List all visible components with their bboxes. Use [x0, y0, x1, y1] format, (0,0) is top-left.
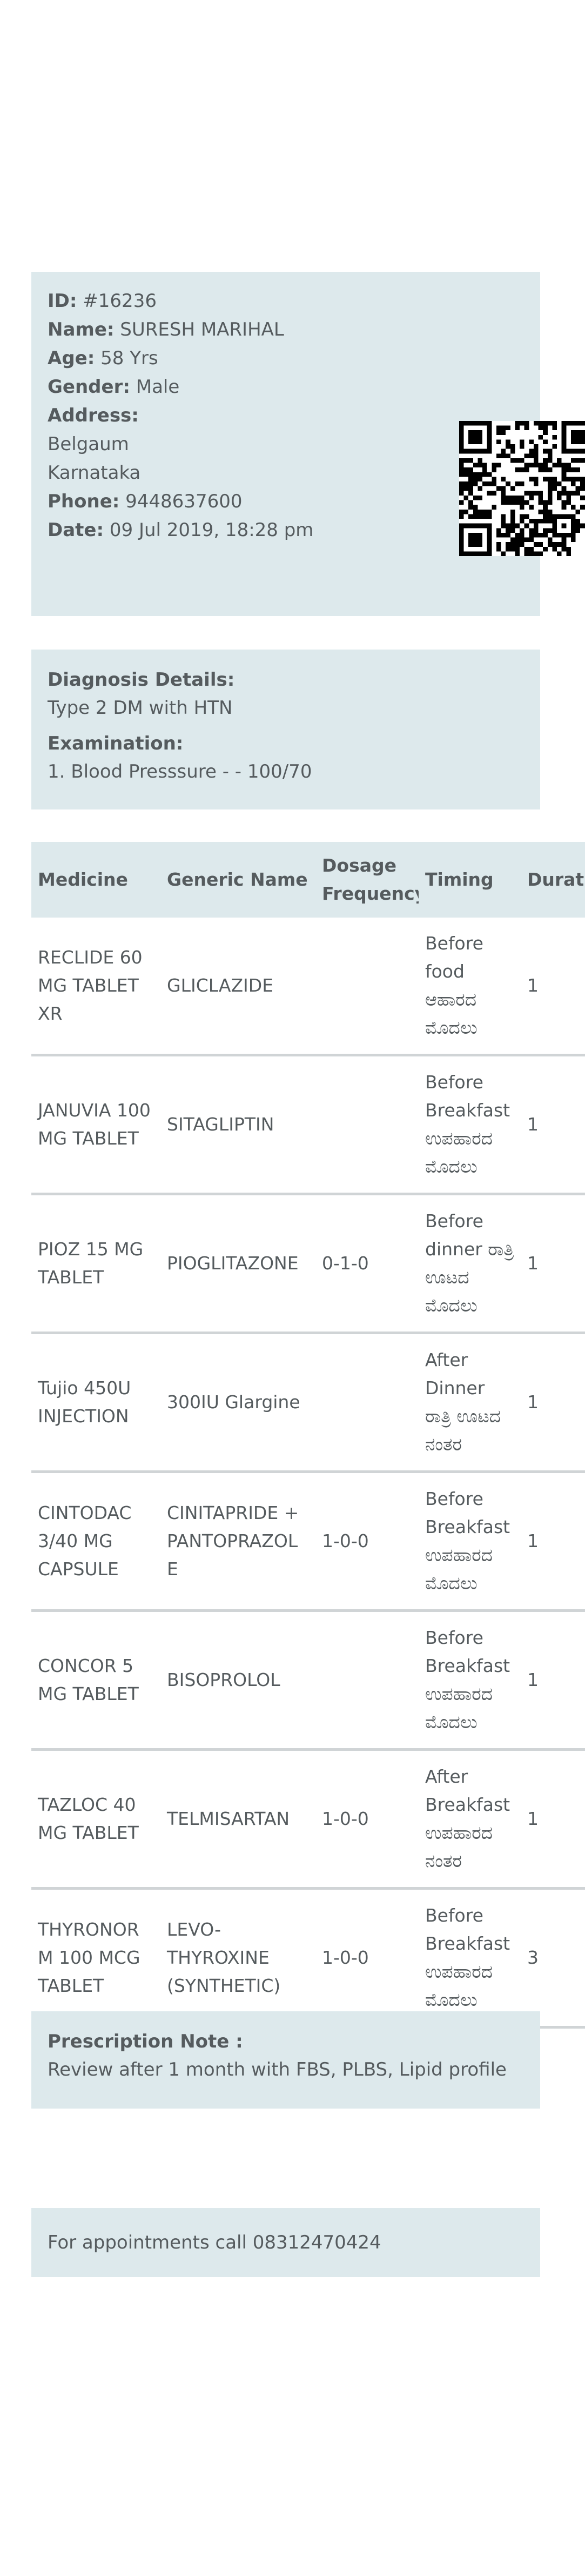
patient-date-line: Date: 09 Jul 2019, 18:28 pm	[48, 516, 524, 545]
timing: Before Breakfast ಉಪಹಾರದ ಮೊದಲು	[419, 1888, 521, 2029]
medicine-table: Medicine Generic Name Dosage Frequency T…	[31, 842, 585, 2029]
dosage-frequency	[315, 918, 419, 1056]
patient-id-line: ID: #16236	[48, 287, 524, 316]
table-row: JANUVIA 100 MG TABLET SITAGLIPTIN Before…	[31, 1055, 585, 1195]
patient-address-line1: Belgaum	[48, 433, 129, 455]
generic-name: TELMISARTAN	[160, 1749, 315, 1890]
duration: 1	[521, 1055, 585, 1195]
table-row: CONCOR 5 MG TABLET BISOPROLOL Before Bre…	[31, 1610, 585, 1751]
patient-phone-value: 9448637600	[125, 491, 243, 512]
dosage-frequency	[315, 1055, 419, 1195]
timing: Before Breakfast ಉಪಹಾರದ ಮೊದಲು	[419, 1610, 521, 1751]
patient-details-card: ID: #16236 Name: SURESH MARIHAL Age: 58 …	[31, 272, 585, 616]
duration: 3	[521, 1888, 585, 2029]
patient-gender-value: Male	[136, 376, 180, 398]
table-row: PIOZ 15 MG TABLET PIOGLITAZONE 0-1-0 Bef…	[31, 1194, 585, 1334]
patient-gender-line: Gender: Male	[48, 373, 524, 402]
medicine-name: CONCOR 5 MG TABLET	[31, 1610, 160, 1751]
duration: 1	[521, 1610, 585, 1751]
header-generic-name: Generic Name	[160, 842, 315, 918]
qr-code-graphic	[459, 421, 585, 556]
header-duration: Durat	[521, 842, 585, 918]
table-row: TAZLOC 40 MG TABLET TELMISARTAN 1-0-0 Af…	[31, 1749, 585, 1890]
dosage-frequency: 0-1-0	[315, 1194, 419, 1334]
dosage-frequency	[315, 1333, 419, 1473]
patient-name-label: Name:	[48, 319, 115, 340]
diagnosis-value: Type 2 DM with HTN	[48, 697, 233, 719]
timing: Before Breakfast ಉಪಹಾರದ ಮೊದಲು	[419, 1055, 521, 1195]
generic-name: 300IU Glargine	[160, 1333, 315, 1473]
generic-name: LEVO-THYROXINE (SYNTHETIC)	[160, 1888, 315, 2029]
generic-name: GLICLAZIDE	[160, 918, 315, 1056]
medicine-name: TAZLOC 40 MG TABLET	[31, 1749, 160, 1890]
medicine-name: JANUVIA 100 MG TABLET	[31, 1055, 160, 1195]
dosage-frequency: 1-0-0	[315, 1749, 419, 1890]
patient-id-value: #16236	[83, 290, 157, 312]
table-row: Tujio 450U INJECTION 300IU Glargine Afte…	[31, 1333, 585, 1473]
patient-name-value: SURESH MARIHAL	[120, 319, 284, 340]
timing: Before dinner ರಾತ್ರಿ ಊಟದ ಮೊದಲು	[419, 1194, 521, 1334]
dosage-frequency: 1-0-0	[315, 1888, 419, 2029]
patient-age-value: 58 Yrs	[100, 347, 158, 369]
patient-id-label: ID:	[48, 290, 77, 312]
patient-age-label: Age:	[48, 347, 95, 369]
generic-name: BISOPROLOL	[160, 1610, 315, 1751]
table-row: RECLIDE 60 MG TABLET XR GLICLAZIDE Befor…	[31, 918, 585, 1056]
timing: Before Breakfast ಉಪಹಾರದ ಮೊದಲು	[419, 1471, 521, 1612]
patient-date-label: Date:	[48, 519, 104, 541]
header-medicine: Medicine	[31, 842, 160, 918]
duration: 1	[521, 1749, 585, 1890]
diagnosis-label: Diagnosis Details:	[48, 669, 235, 691]
patient-date-value: 09 Jul 2019, 18:28 pm	[109, 519, 314, 541]
patient-address-label: Address:	[48, 405, 139, 426]
generic-name: CINITAPRIDE + PANTOPRAZOLE	[160, 1471, 315, 1612]
patient-age-line: Age: 58 Yrs	[48, 344, 524, 373]
medicine-name: RECLIDE 60 MG TABLET XR	[31, 918, 160, 1056]
qr-code-icon	[459, 421, 585, 556]
timing: After Dinner ರಾತ್ರಿ ಊಟದ ನಂತರ	[419, 1333, 521, 1473]
patient-address-line: Address:	[48, 402, 524, 430]
header-timing: Timing	[419, 842, 521, 918]
examination-label: Examination:	[48, 733, 184, 754]
duration: 1	[521, 1194, 585, 1334]
patient-phone-label: Phone:	[48, 491, 120, 512]
patient-address-line2: Karnataka	[48, 462, 141, 484]
dosage-frequency	[315, 1610, 419, 1751]
appointment-card: For appointments call 08312470424	[31, 2208, 540, 2277]
header-dosage-frequency: Dosage Frequency	[315, 842, 419, 918]
examination-value: 1. Blood Presssure - - 100/70	[48, 761, 312, 782]
timing: After Breakfast ಉಪಹಾರದ ನಂತರ	[419, 1749, 521, 1890]
medicine-name: THYRONORM 100 MCG TABLET	[31, 1888, 160, 2029]
patient-gender-label: Gender:	[48, 376, 130, 398]
timing: Before food ಆಹಾರದ ಮೊದಲು	[419, 918, 521, 1056]
patient-name-line: Name: SURESH MARIHAL	[48, 316, 524, 344]
medicine-name: CINTODAC 3/40 MG CAPSULE	[31, 1471, 160, 1612]
prescription-note-label: Prescription Note :	[48, 2031, 243, 2052]
appointment-text: For appointments call 08312470424	[48, 2232, 381, 2253]
medicine-name: Tujio 450U INJECTION	[31, 1333, 160, 1473]
diagnosis-card: Diagnosis Details: Type 2 DM with HTN Ex…	[31, 650, 540, 809]
prescription-note-value: Review after 1 month with FBS, PLBS, Lip…	[48, 2059, 507, 2080]
dosage-frequency: 1-0-0	[315, 1471, 419, 1612]
table-row: THYRONORM 100 MCG TABLET LEVO-THYROXINE …	[31, 1888, 585, 2029]
generic-name: PIOGLITAZONE	[160, 1194, 315, 1334]
medicine-table-header: Medicine Generic Name Dosage Frequency T…	[31, 842, 585, 918]
medicine-name: PIOZ 15 MG TABLET	[31, 1194, 160, 1334]
duration: 1	[521, 1333, 585, 1473]
table-row: CINTODAC 3/40 MG CAPSULE CINITAPRIDE + P…	[31, 1471, 585, 1612]
prescription-note-card: Prescription Note : Review after 1 month…	[31, 2011, 540, 2109]
duration: 1	[521, 918, 585, 1056]
duration: 1	[521, 1471, 585, 1612]
patient-phone-line: Phone: 9448637600	[48, 487, 524, 516]
generic-name: SITAGLIPTIN	[160, 1055, 315, 1195]
